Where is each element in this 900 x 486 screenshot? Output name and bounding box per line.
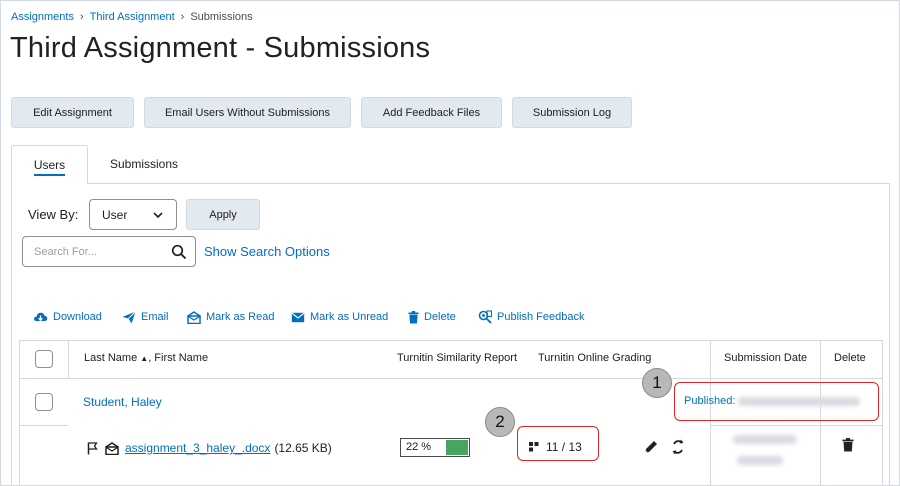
published-callout-box bbox=[674, 382, 879, 421]
last-name-sort-link[interactable]: Last Name bbox=[84, 352, 137, 364]
select-all-checkbox[interactable] bbox=[35, 350, 53, 368]
email-users-without-submissions-button[interactable]: Email Users Without Submissions bbox=[144, 97, 351, 128]
email-label: Email bbox=[141, 311, 169, 323]
breadcrumb: Assignments › Third Assignment › Submissions bbox=[11, 11, 253, 23]
tab-users-label: Users bbox=[33, 158, 66, 172]
mark-as-unread-action[interactable]: Mark as Unread bbox=[291, 309, 388, 325]
email-action[interactable]: Email bbox=[122, 309, 169, 325]
callout-marker-2: 2 bbox=[485, 407, 515, 437]
mark-as-read-label: Mark as Read bbox=[206, 311, 275, 323]
file-download-link[interactable]: assignment_3_haley_.docx bbox=[125, 441, 270, 455]
name-column-header[interactable]: Last Name ▲, First Name bbox=[84, 352, 208, 364]
breadcrumb-separator: › bbox=[79, 11, 84, 23]
submission-date-column-header[interactable]: Submission Date bbox=[724, 352, 807, 364]
search-icon[interactable] bbox=[171, 244, 187, 260]
file-size: (12.65 KB) bbox=[274, 441, 332, 455]
edit-assignment-button[interactable]: Edit Assignment bbox=[11, 97, 134, 128]
row-divider bbox=[710, 425, 882, 426]
tab-users[interactable]: Users bbox=[11, 145, 88, 184]
breadcrumb-third-assignment[interactable]: Third Assignment bbox=[90, 11, 175, 23]
delete-column-header: Delete bbox=[834, 352, 866, 364]
envelope-icon bbox=[291, 312, 305, 322]
sort-ascending-icon: ▲ bbox=[140, 354, 149, 363]
view-by-value: User bbox=[102, 207, 128, 222]
page-title: Third Assignment - Submissions bbox=[10, 32, 431, 64]
breadcrumb-current: Submissions bbox=[190, 11, 253, 23]
flag-icon[interactable] bbox=[87, 441, 98, 455]
download-action[interactable]: Download bbox=[33, 309, 102, 325]
row-divider bbox=[20, 425, 68, 426]
publish-feedback-label: Publish Feedback bbox=[497, 311, 585, 323]
column-divider bbox=[68, 341, 69, 379]
delete-label: Delete bbox=[424, 311, 456, 323]
submission-log-button[interactable]: Submission Log bbox=[512, 97, 632, 128]
add-feedback-files-button[interactable]: Add Feedback Files bbox=[361, 97, 502, 128]
submission-time-line bbox=[737, 456, 783, 465]
student-row-checkbox[interactable] bbox=[35, 393, 53, 411]
trash-icon bbox=[408, 310, 419, 323]
submission-date-redacted bbox=[731, 435, 797, 465]
grading-column-header: Turnitin Online Grading bbox=[538, 352, 652, 364]
send-icon bbox=[122, 310, 136, 323]
similarity-column-header: Turnitin Similarity Report bbox=[397, 352, 518, 364]
mark-as-read-action[interactable]: Mark as Read bbox=[187, 309, 274, 325]
similarity-color-bar bbox=[446, 440, 468, 455]
mail-open-icon bbox=[187, 310, 201, 324]
show-search-options-link[interactable]: Show Search Options bbox=[204, 244, 330, 259]
similarity-report-badge[interactable]: 22 % bbox=[400, 438, 470, 457]
download-label: Download bbox=[53, 311, 102, 323]
sync-icon[interactable] bbox=[671, 439, 685, 455]
publish-feedback-action[interactable]: Publish Feedback bbox=[478, 309, 584, 325]
apply-button[interactable]: Apply bbox=[186, 199, 260, 230]
trash-icon[interactable] bbox=[842, 438, 854, 452]
breadcrumb-assignments[interactable]: Assignments bbox=[11, 11, 74, 23]
grading-callout-box bbox=[517, 426, 599, 461]
view-by-select[interactable]: User bbox=[89, 199, 177, 230]
cloud-download-icon bbox=[34, 312, 48, 322]
submission-date-line bbox=[733, 435, 797, 444]
search-input[interactable]: Search For... bbox=[22, 236, 196, 267]
student-name-link[interactable]: Student, Haley bbox=[83, 395, 162, 409]
mark-as-unread-label: Mark as Unread bbox=[310, 311, 389, 323]
callout-marker-1: 1 bbox=[642, 368, 672, 398]
delete-action[interactable]: Delete bbox=[408, 309, 456, 325]
view-by-label: View By: bbox=[28, 207, 79, 222]
search-placeholder: Search For... bbox=[34, 245, 97, 258]
tab-submissions[interactable]: Submissions bbox=[101, 145, 187, 183]
first-name-sort-link[interactable]: , First Name bbox=[148, 352, 208, 364]
pencil-icon[interactable] bbox=[643, 439, 659, 455]
breadcrumb-separator: › bbox=[180, 11, 185, 23]
tab-submissions-label: Submissions bbox=[109, 157, 179, 171]
inbox-read-icon bbox=[105, 441, 119, 455]
active-tab-indicator bbox=[34, 174, 65, 176]
publish-feedback-icon bbox=[478, 310, 492, 324]
file-entry: assignment_3_haley_.docx (12.65 KB) bbox=[87, 440, 332, 456]
chevron-down-icon bbox=[153, 212, 163, 219]
similarity-percentage: 22 % bbox=[406, 441, 432, 453]
